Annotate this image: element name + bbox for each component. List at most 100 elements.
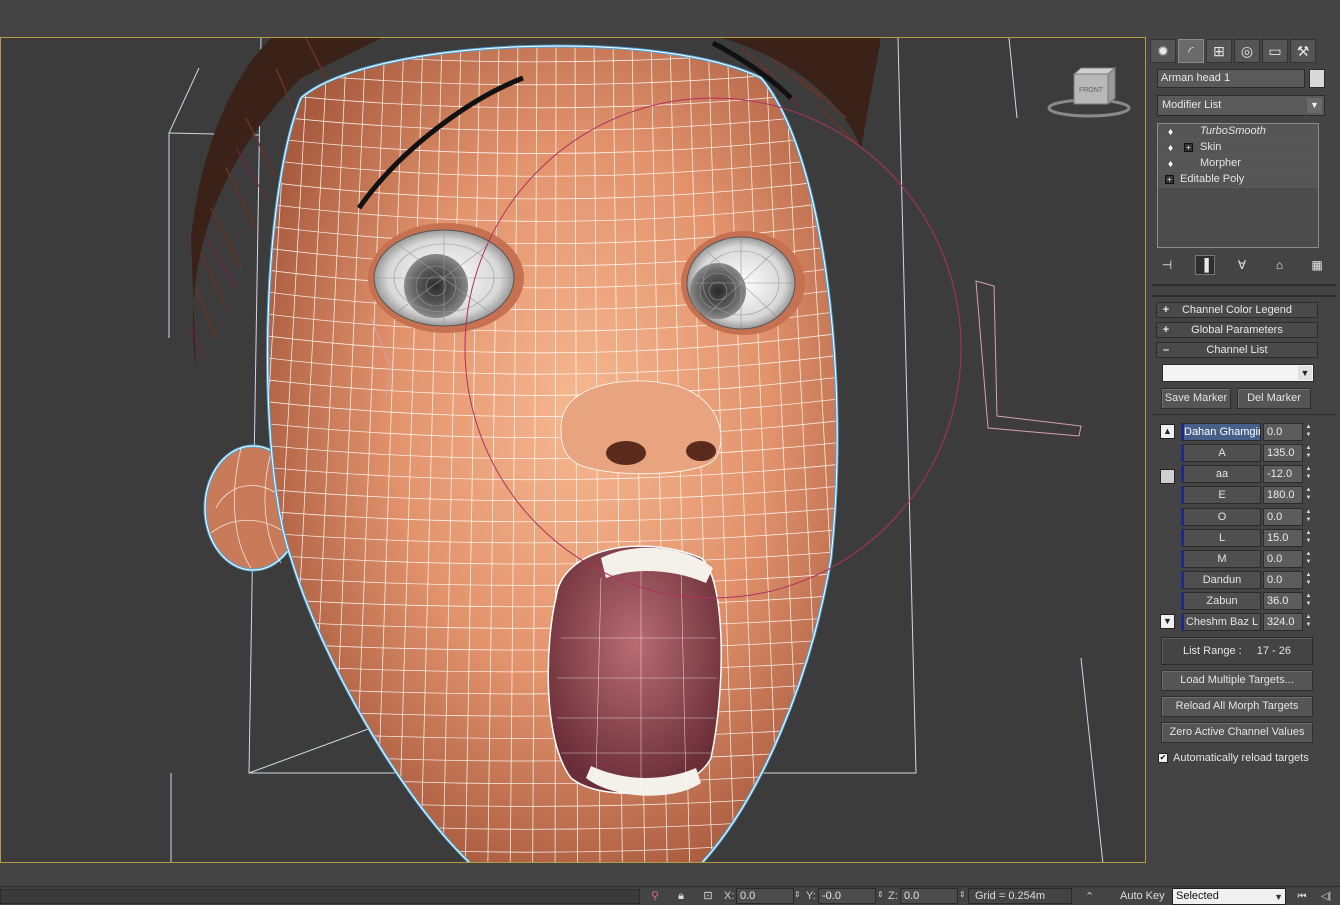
channel-name[interactable]: aa xyxy=(1181,465,1261,483)
spinner-icon[interactable]: ▲ ▼ xyxy=(1304,592,1313,610)
expand-icon: + xyxy=(1162,304,1170,316)
expand-icon[interactable]: + xyxy=(1165,175,1174,184)
channel-value[interactable]: 324.0 xyxy=(1263,613,1303,631)
channel-value[interactable]: 180.0 xyxy=(1263,486,1303,504)
y-coordinate-field[interactable]: -0.0 xyxy=(818,888,876,904)
auto-reload-targets-option[interactable]: ✔ Automatically reload targets xyxy=(1158,751,1309,765)
channel-value[interactable]: 0.0 xyxy=(1263,550,1303,568)
channel-scroll-thumb[interactable] xyxy=(1160,469,1175,484)
spinner-icon[interactable]: ▲ ▼ xyxy=(1304,508,1313,526)
chevron-down-icon: ▼ xyxy=(1298,366,1312,380)
channel-value[interactable]: -12.0 xyxy=(1263,465,1303,483)
utilities-tab[interactable]: ⚒ xyxy=(1290,39,1316,63)
scroll-down-icon[interactable]: ▼ xyxy=(1160,614,1175,629)
spinner-icon[interactable]: ▲ ▼ xyxy=(1304,423,1313,441)
hierarchy-tab[interactable]: ⊞ xyxy=(1206,39,1232,63)
object-name-field[interactable]: Arman head 1 xyxy=(1157,69,1305,88)
modifier-list-dropdown[interactable]: Modifier List ▼ xyxy=(1157,95,1325,116)
zero-active-channel-values-button[interactable]: Zero Active Channel Values xyxy=(1161,722,1313,743)
list-range-value: 17 - 26 xyxy=(1256,645,1291,657)
isolate-icon[interactable]: ⚲ xyxy=(648,889,662,903)
create-icon: ✹ xyxy=(1157,42,1169,59)
spinner-icon[interactable]: ▲ ▼ xyxy=(1304,613,1313,631)
load-multiple-targets-button[interactable]: Load Multiple Targets... xyxy=(1161,670,1313,691)
channel-name[interactable]: Dandun xyxy=(1181,571,1261,589)
x-coordinate-field[interactable]: 0.0 xyxy=(736,888,794,904)
lightbulb-icon[interactable]: ♦ xyxy=(1168,141,1178,154)
modify-tab[interactable]: ◜ xyxy=(1178,39,1204,63)
wire-edge xyxy=(860,38,914,863)
del-marker-button[interactable]: Del Marker xyxy=(1237,388,1311,409)
make-unique-icon[interactable]: ∀ xyxy=(1232,255,1252,275)
channel-value[interactable]: 135.0 xyxy=(1263,444,1303,462)
spinner-icon[interactable]: ▲ ▼ xyxy=(1304,465,1313,483)
channel-name[interactable]: E xyxy=(1181,486,1261,504)
stack-item-editable-poly[interactable]: + Editable Poly xyxy=(1158,172,1318,188)
add-time-tag-icon[interactable]: ⌃ xyxy=(1085,890,1094,903)
rollout-channel-color-legend[interactable]: + Channel Color Legend xyxy=(1156,302,1318,318)
spinner-icon[interactable]: ⇕ xyxy=(794,890,801,899)
pin-stack-icon[interactable]: ⊣ xyxy=(1157,255,1177,275)
auto-key-button[interactable]: Auto Key xyxy=(1120,890,1165,902)
channel-name[interactable]: M xyxy=(1181,550,1261,568)
lightbulb-icon[interactable]: ♦ xyxy=(1168,125,1178,138)
spinner-icon[interactable]: ⇕ xyxy=(877,890,884,899)
marker-dropdown[interactable]: ▼ xyxy=(1162,364,1314,382)
stack-item-turbosmooth[interactable]: ♦ TurboSmooth xyxy=(1158,124,1318,140)
divider xyxy=(1152,284,1336,286)
channel-name[interactable]: A xyxy=(1181,444,1261,462)
expand-icon[interactable]: + xyxy=(1184,143,1193,152)
stack-item-label: Morpher xyxy=(1200,157,1241,169)
left-eye xyxy=(368,223,524,333)
stack-item-skin[interactable]: ♦ + Skin xyxy=(1158,140,1318,156)
configure-sets-icon[interactable]: ▦ xyxy=(1307,255,1327,275)
motion-tab[interactable]: ◎ xyxy=(1234,39,1260,63)
spinner-icon[interactable]: ▲ ▼ xyxy=(1304,529,1313,547)
spinner-icon[interactable]: ▲ ▼ xyxy=(1304,571,1313,589)
show-end-result-icon[interactable]: ▐ xyxy=(1194,255,1215,275)
spinner-icon[interactable]: ▲ ▼ xyxy=(1304,550,1313,568)
z-coordinate-field[interactable]: 0.0 xyxy=(900,888,958,904)
lock-icon[interactable]: 🔒︎ xyxy=(674,889,688,903)
go-to-start-icon[interactable]: ⏮ xyxy=(1294,889,1310,904)
perspective-viewport[interactable]: FRONT xyxy=(0,37,1146,863)
rollout-channel-list[interactable]: – Channel List xyxy=(1156,342,1318,358)
display-icon: ▭ xyxy=(1268,42,1282,59)
channel-value[interactable]: 0.0 xyxy=(1263,508,1303,526)
channel-value[interactable]: 0.0 xyxy=(1263,423,1303,441)
status-bar: ⚲ 🔒︎ ⊡ X: 0.0 ⇕ Y: -0.0 ⇕ Z: 0.0 ⇕ Grid … xyxy=(0,886,1340,905)
save-marker-button[interactable]: Save Marker xyxy=(1161,388,1231,409)
spinner-icon[interactable]: ⇕ xyxy=(959,890,966,899)
channel-name[interactable]: Zabun xyxy=(1181,592,1261,610)
remove-modifier-icon[interactable]: ⌂ xyxy=(1270,255,1290,275)
rollout-global-parameters[interactable]: + Global Parameters xyxy=(1156,322,1318,338)
stack-item-morpher[interactable]: ♦ Morpher xyxy=(1158,156,1318,172)
channel-value[interactable]: 36.0 xyxy=(1263,592,1303,610)
previous-frame-icon[interactable]: ◁| xyxy=(1318,889,1334,904)
nose xyxy=(560,380,722,475)
channel-value[interactable]: 0.0 xyxy=(1263,571,1303,589)
face-control-l[interactable] xyxy=(975,280,1082,437)
checkbox-checked-icon[interactable]: ✔ xyxy=(1158,753,1168,763)
viewcube[interactable]: FRONT xyxy=(1047,66,1131,118)
x-label: X: xyxy=(724,890,735,902)
scroll-up-icon[interactable]: ▲ xyxy=(1160,424,1175,439)
channel-name[interactable]: Cheshm Baz L xyxy=(1181,613,1261,631)
grid-spacing: Grid = 0.254m xyxy=(968,888,1072,904)
utilities-icon: ⚒ xyxy=(1296,42,1310,59)
channel-name[interactable]: L xyxy=(1181,529,1261,547)
channel-name[interactable]: O xyxy=(1181,508,1261,526)
key-filter-dropdown[interactable]: Selected ▼ xyxy=(1172,888,1286,905)
absolute-mode-icon[interactable]: ⊡ xyxy=(701,889,715,903)
channel-value[interactable]: 15.0 xyxy=(1263,529,1303,547)
lightbulb-icon[interactable]: ♦ xyxy=(1168,157,1178,170)
object-color-swatch[interactable] xyxy=(1309,69,1325,88)
spinner-icon[interactable]: ▲ ▼ xyxy=(1304,444,1313,462)
display-tab[interactable]: ▭ xyxy=(1262,39,1288,63)
create-tab[interactable]: ✹ xyxy=(1150,39,1176,63)
spinner-icon[interactable]: ▲ ▼ xyxy=(1304,486,1313,504)
reload-all-morph-targets-button[interactable]: Reload All Morph Targets xyxy=(1161,696,1313,717)
wire-edge xyxy=(841,38,891,863)
channel-name[interactable]: Dahan Ghamgin xyxy=(1181,423,1261,441)
list-range: List Range : 17 - 26 xyxy=(1161,637,1313,665)
